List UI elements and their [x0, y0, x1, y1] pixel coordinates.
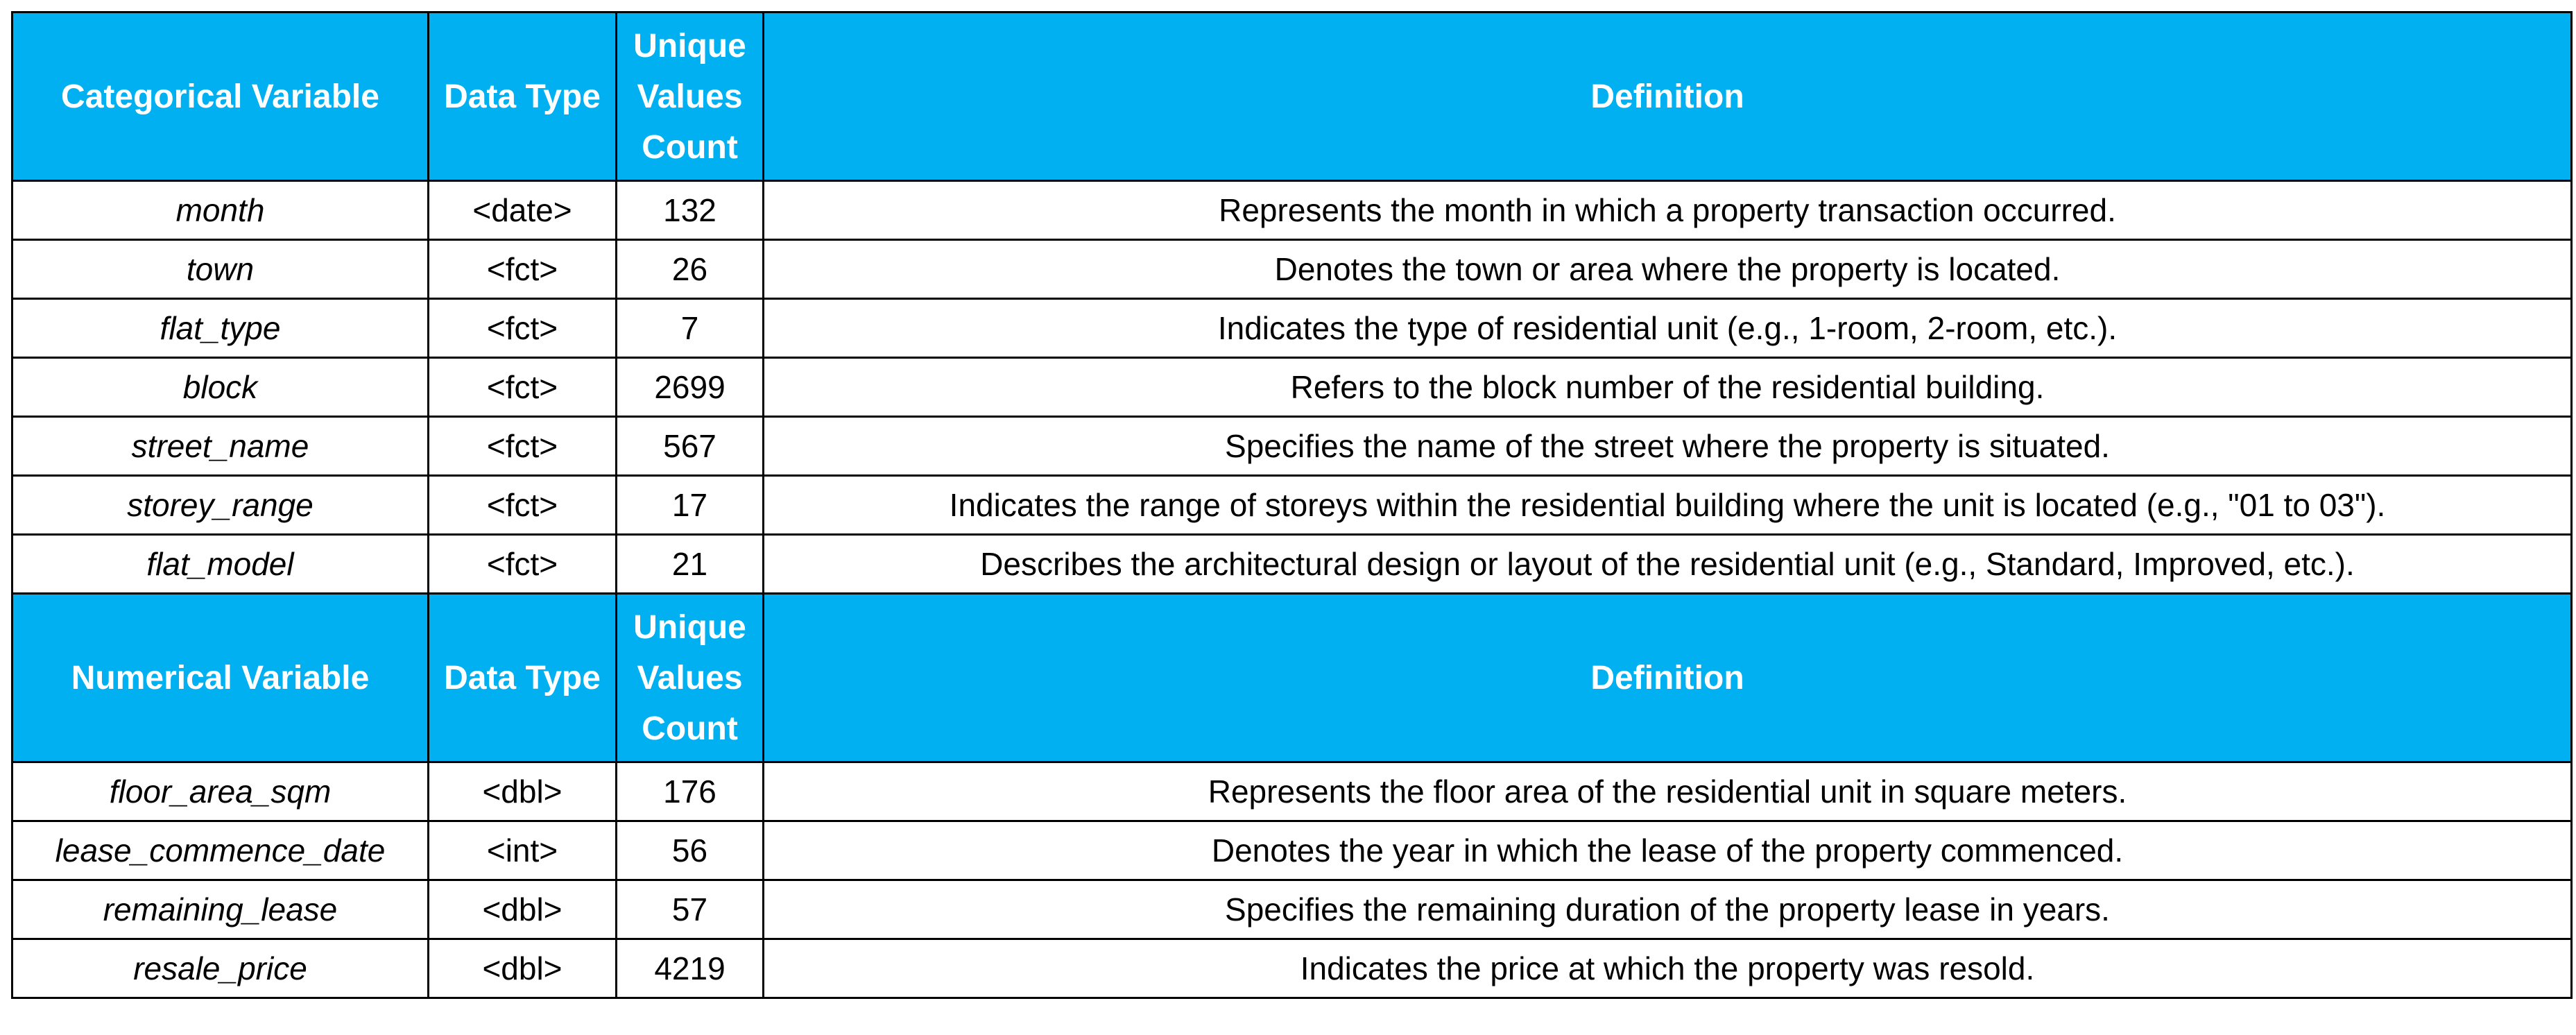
unique-count: 132 — [615, 180, 764, 241]
table-row: flat_type <fct> 7 Indicates the type of … — [11, 298, 2573, 359]
data-type: <date> — [427, 180, 617, 241]
data-type: <fct> — [427, 474, 617, 536]
definition: Refers to the block number of the reside… — [762, 357, 2573, 418]
definition: Specifies the remaining duration of the … — [762, 879, 2573, 940]
data-type: <fct> — [427, 416, 617, 477]
variables-table: Categorical Variable Data Type Unique Va… — [11, 11, 2573, 999]
variables-table-container: Categorical Variable Data Type Unique Va… — [11, 11, 2573, 999]
header-data-type: Data Type — [427, 11, 617, 182]
data-type: <dbl> — [427, 879, 617, 940]
data-type: <fct> — [427, 298, 617, 359]
header-definition: Definition — [762, 11, 2573, 182]
table-row: resale_price <dbl> 4219 Indicates the pr… — [11, 938, 2573, 999]
unique-count: 17 — [615, 474, 764, 536]
unique-count: 21 — [615, 533, 764, 595]
unique-count: 7 — [615, 298, 764, 359]
definition: Indicates the price at which the propert… — [762, 938, 2573, 999]
table-row: floor_area_sqm <dbl> 176 Represents the … — [11, 761, 2573, 822]
variable-name: street_name — [11, 416, 429, 477]
data-type: <fct> — [427, 533, 617, 595]
data-type: <fct> — [427, 239, 617, 300]
definition: Represents the month in which a property… — [762, 180, 2573, 241]
definition: Denotes the town or area where the prope… — [762, 239, 2573, 300]
numerical-header-row: Numerical Variable Data Type Unique Valu… — [11, 592, 2573, 763]
definition: Represents the floor area of the residen… — [762, 761, 2573, 822]
variable-name: town — [11, 239, 429, 300]
variable-name: flat_type — [11, 298, 429, 359]
unique-count: 4219 — [615, 938, 764, 999]
table-row: remaining_lease <dbl> 57 Specifies the r… — [11, 879, 2573, 940]
variable-name: storey_range — [11, 474, 429, 536]
unique-count: 57 — [615, 879, 764, 940]
table-row: lease_commence_date <int> 56 Denotes the… — [11, 820, 2573, 881]
variable-name: month — [11, 180, 429, 241]
variable-name: remaining_lease — [11, 879, 429, 940]
unique-count: 56 — [615, 820, 764, 881]
table-row: storey_range <fct> 17 Indicates the rang… — [11, 474, 2573, 536]
header-definition: Definition — [762, 592, 2573, 763]
categorical-header-row: Categorical Variable Data Type Unique Va… — [11, 11, 2573, 182]
definition: Specifies the name of the street where t… — [762, 416, 2573, 477]
unique-count: 567 — [615, 416, 764, 477]
data-type: <dbl> — [427, 761, 617, 822]
header-unique-count: Unique Values Count — [615, 592, 764, 763]
variable-name: floor_area_sqm — [11, 761, 429, 822]
header-variable: Numerical Variable — [11, 592, 429, 763]
header-variable: Categorical Variable — [11, 11, 429, 182]
table-row: street_name <fct> 567 Specifies the name… — [11, 416, 2573, 477]
variable-name: block — [11, 357, 429, 418]
unique-count: 2699 — [615, 357, 764, 418]
variable-name: flat_model — [11, 533, 429, 595]
data-type: <fct> — [427, 357, 617, 418]
data-type: <int> — [427, 820, 617, 881]
unique-count: 26 — [615, 239, 764, 300]
definition: Indicates the type of residential unit (… — [762, 298, 2573, 359]
variable-name: resale_price — [11, 938, 429, 999]
variable-name: lease_commence_date — [11, 820, 429, 881]
unique-count: 176 — [615, 761, 764, 822]
table-row: town <fct> 26 Denotes the town or area w… — [11, 239, 2573, 300]
definition: Describes the architectural design or la… — [762, 533, 2573, 595]
table-row: month <date> 132 Represents the month in… — [11, 180, 2573, 241]
table-row: block <fct> 2699 Refers to the block num… — [11, 357, 2573, 418]
data-type: <dbl> — [427, 938, 617, 999]
table-row: flat_model <fct> 21 Describes the archit… — [11, 533, 2573, 595]
header-unique-count: Unique Values Count — [615, 11, 764, 182]
definition: Indicates the range of storeys within th… — [762, 474, 2573, 536]
header-data-type: Data Type — [427, 592, 617, 763]
definition: Denotes the year in which the lease of t… — [762, 820, 2573, 881]
